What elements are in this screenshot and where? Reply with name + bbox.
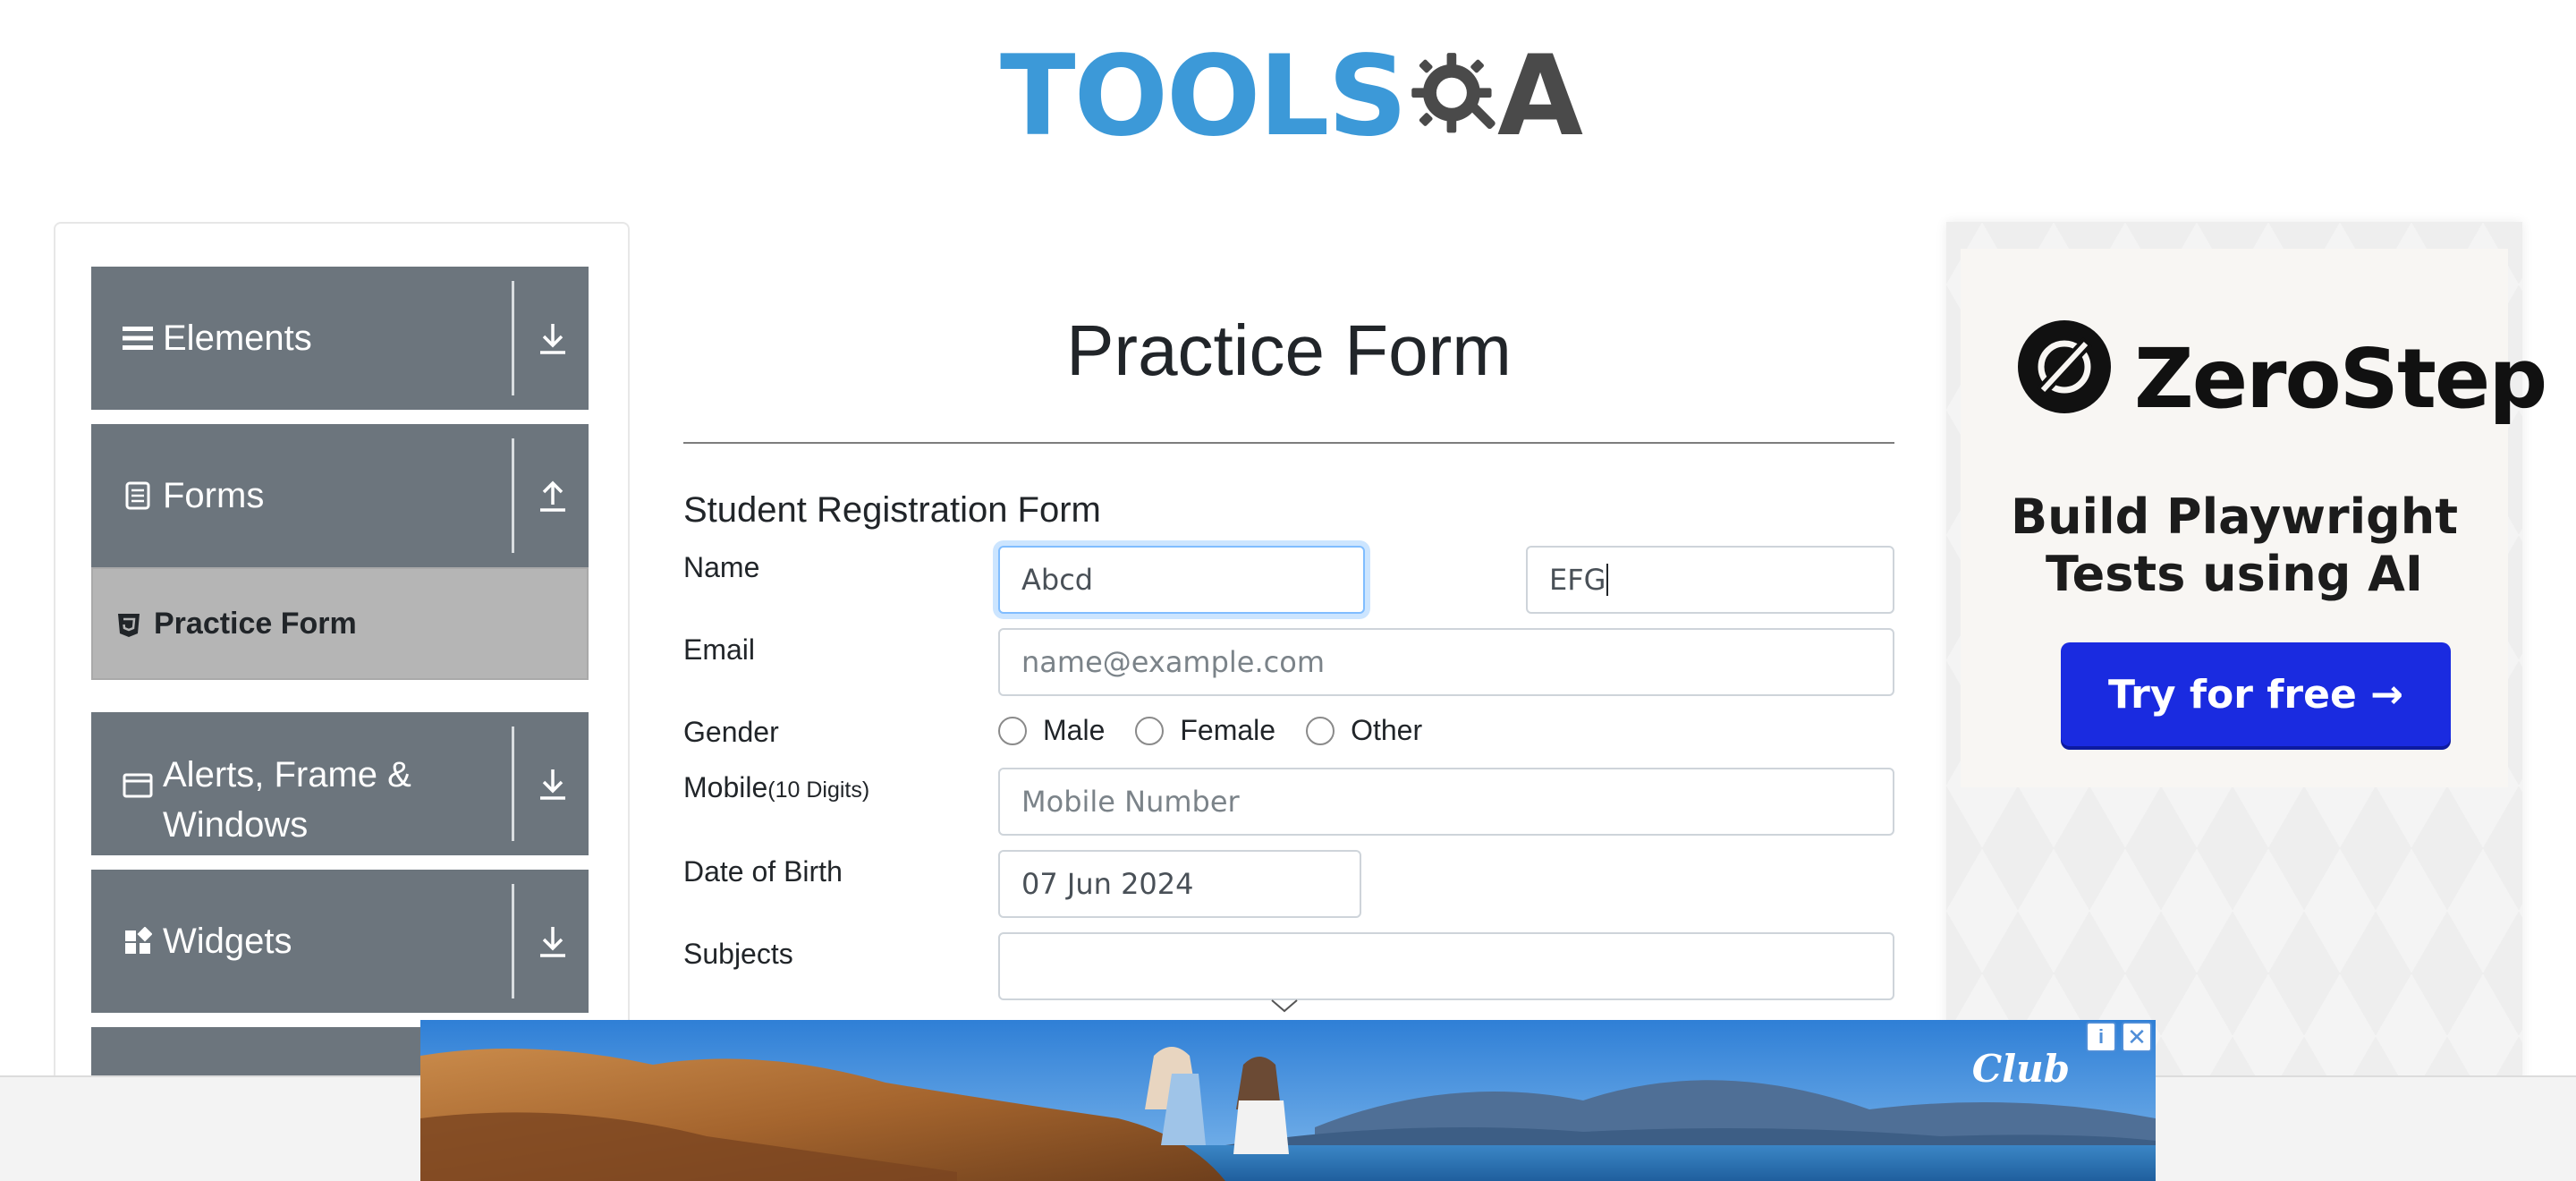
form-title: Student Registration Form [683, 490, 1101, 530]
mobile-label-text: Mobile [683, 771, 768, 803]
gear-magnifier-icon [1411, 53, 1496, 133]
upload-icon[interactable] [533, 476, 572, 515]
sidebar-item-practice-form[interactable]: Practice Form [91, 567, 589, 680]
gender-female-option[interactable]: Female [1135, 714, 1275, 747]
logo-tools-text: TOOLS [1000, 32, 1408, 161]
email-label: Email [683, 633, 756, 666]
sidebar-group-alerts[interactable]: Alerts, Frame & Windows [91, 712, 589, 855]
sidebar-item-label: Practice Form [154, 606, 357, 641]
bottom-ad-banner[interactable]: Club i ✕ [420, 1020, 2156, 1181]
info-icon[interactable]: i [2086, 1022, 2116, 1052]
gender-male-label[interactable]: Male [1043, 714, 1105, 747]
chevron-down-icon [1271, 999, 1298, 1013]
gender-other-radio[interactable] [1306, 716, 1335, 745]
group-header-widgets[interactable]: Widgets [91, 870, 589, 1013]
sidebar-group-elements[interactable]: Elements [91, 267, 589, 410]
subjects-label: Subjects [683, 938, 793, 970]
download-icon[interactable] [533, 922, 572, 961]
club-ad-logo: Club [1971, 1047, 2070, 1091]
group-label-alerts: Alerts, Frame & [163, 755, 411, 794]
mobile-placeholder: Mobile Number [1021, 785, 1240, 819]
group-label-widgets: Widgets [163, 922, 292, 961]
dob-input[interactable]: 07 Jun 2024 [998, 850, 1361, 918]
page-title: Practice Form [1066, 310, 1512, 390]
zerostep-tagline-line2: Tests using AI [2045, 546, 2424, 602]
gender-other-label[interactable]: Other [1351, 714, 1422, 747]
gender-label: Gender [683, 716, 779, 748]
gender-female-label[interactable]: Female [1180, 714, 1275, 747]
zerostep-tagline-line1: Build Playwright [2010, 489, 2459, 545]
zerostep-logo-icon [2018, 320, 2111, 413]
gender-male-option[interactable]: Male [998, 714, 1105, 747]
name-label: Name [683, 551, 760, 583]
mobile-label: Mobile(10 Digits) [683, 771, 869, 804]
group-divider [512, 281, 514, 395]
group-label-alerts-line2: Windows [163, 805, 309, 845]
group-divider [512, 884, 514, 998]
email-input[interactable]: name@example.com [998, 628, 1894, 696]
gender-other-option[interactable]: Other [1306, 714, 1422, 747]
group-header-alerts[interactable]: Alerts, Frame & Windows [91, 712, 589, 855]
beach-ad-image[interactable] [420, 1020, 2156, 1181]
window-icon [122, 769, 154, 802]
zerostep-brand: ZeroStep [2134, 331, 2547, 427]
sidebar-group-widgets[interactable]: Widgets [91, 870, 589, 1013]
email-placeholder: name@example.com [1021, 645, 1325, 679]
group-label-elements: Elements [163, 319, 312, 358]
first-name-input[interactable]: Abcd [998, 546, 1365, 614]
group-divider [512, 726, 514, 841]
dob-label: Date of Birth [683, 855, 843, 888]
logo-qa-text: A [1497, 32, 1583, 161]
gender-male-radio[interactable] [998, 716, 1027, 745]
zerostep-tagline: Build Playwright Tests using AI [1961, 489, 2508, 603]
mobile-hint: (10 Digits) [767, 777, 870, 803]
zerostep-ad-card[interactable]: ZeroStep Build Playwright Tests using AI… [1961, 249, 2547, 787]
document-icon [122, 480, 154, 512]
subjects-input[interactable] [998, 932, 1894, 1000]
html5-icon [118, 614, 140, 637]
last-name-input[interactable]: EFG [1526, 546, 1894, 614]
mobile-input[interactable]: Mobile Number [998, 768, 1894, 836]
try-for-free-button[interactable]: Try for free → [2061, 642, 2451, 746]
group-label-forms: Forms [163, 476, 265, 515]
gender-radio-group: Male Female Other [998, 714, 1453, 747]
gender-female-radio[interactable] [1135, 716, 1165, 745]
group-header-forms[interactable]: Forms [91, 424, 589, 567]
text-cursor [1606, 564, 1609, 596]
first-name-value: Abcd [1021, 563, 1094, 597]
sidebar-group-forms[interactable]: Forms Practice Form [91, 424, 589, 680]
toolsqa-logo[interactable]: TOOLS A [1000, 25, 1583, 168]
group-divider [512, 438, 514, 553]
title-divider [683, 442, 1894, 444]
widgets-icon [122, 925, 154, 957]
group-header-elements[interactable]: Elements [91, 267, 589, 410]
dob-value: 07 Jun 2024 [1021, 867, 1194, 901]
last-name-value: EFG [1549, 563, 1606, 597]
hamburger-icon [122, 322, 154, 354]
download-icon[interactable] [533, 764, 572, 803]
close-icon[interactable]: ✕ [2122, 1022, 2152, 1052]
download-icon[interactable] [533, 319, 572, 358]
